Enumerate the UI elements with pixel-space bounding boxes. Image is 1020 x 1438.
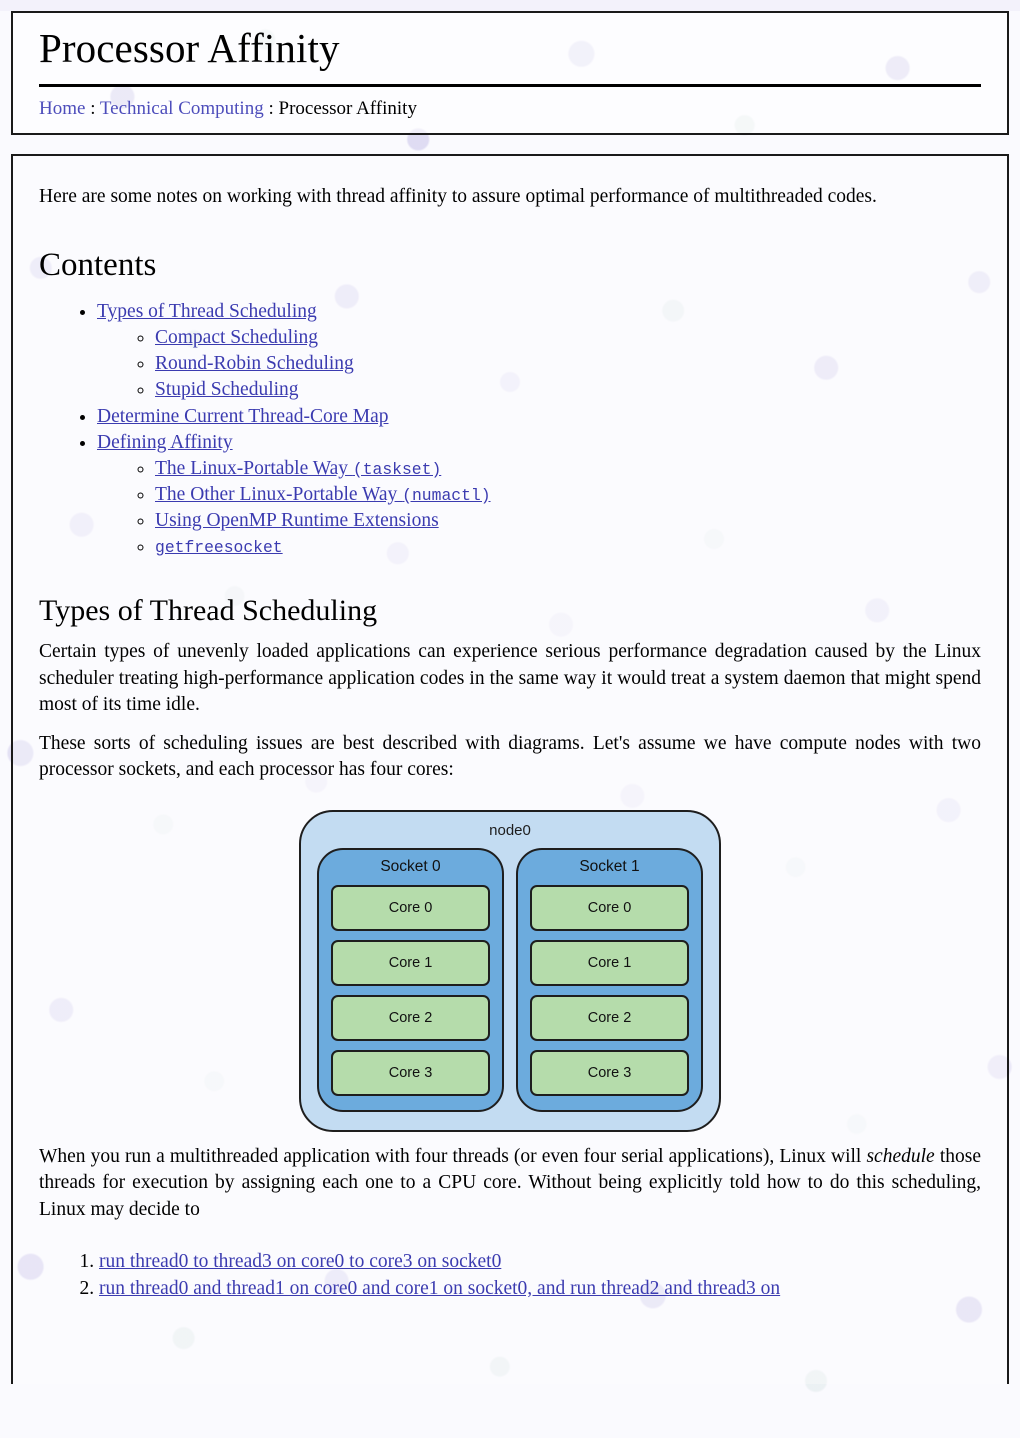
toc-link-determine-current-thread-core-map[interactable]: Determine Current Thread-Core Map [97, 406, 389, 427]
toc-subitem: Stupid Scheduling [155, 377, 981, 403]
scheduling-options-list: run thread0 to thread3 on core0 to core3… [39, 1249, 981, 1302]
scheduling-option-2[interactable]: run thread0 and thread1 on core0 and cor… [99, 1278, 780, 1299]
page-root: Processor Affinity Home : Technical Comp… [0, 11, 1020, 1385]
breadcrumb-link-technical-computing[interactable]: Technical Computing [100, 98, 264, 119]
after-diagram-paragraph: When you run a multithreaded application… [39, 1144, 981, 1224]
list-item: run thread0 to thread3 on core0 to core3… [99, 1249, 981, 1276]
breadcrumb: Home : Technical Computing : Processor A… [39, 96, 981, 122]
toc-subitem: getfreesocket [155, 534, 981, 560]
socket-1: Socket 1 Core 0 Core 1 Core 2 Core 3 [516, 847, 703, 1112]
toc-link-types-of-thread-scheduling[interactable]: Types of Thread Scheduling [97, 301, 317, 322]
breadcrumb-separator-2: : [263, 97, 279, 119]
socket-1-label: Socket 1 [579, 857, 640, 875]
toc-item: Determine Current Thread-Core Map [97, 404, 981, 430]
node-diagram: node0 Socket 0 Core 0 Core 1 Core 2 Core… [39, 809, 981, 1132]
socket-0-label: Socket 0 [380, 857, 441, 875]
after-diagram-text-1: When you run a multithreaded application… [39, 1145, 867, 1167]
socket-1-core-0: Core 0 [530, 884, 689, 931]
scheduling-paragraph-2: These sorts of scheduling issues are bes… [39, 732, 981, 781]
toc-subitem: Compact Scheduling [155, 325, 981, 351]
toc-link-stupid-scheduling[interactable]: Stupid Scheduling [155, 379, 299, 400]
main-content: Here are some notes on working with thre… [11, 154, 1009, 1385]
toc-sublist: Compact Scheduling Round-Robin Schedulin… [97, 325, 981, 403]
table-of-contents: Types of Thread Scheduling Compact Sched… [39, 299, 981, 560]
contents-heading: Contents [39, 246, 157, 283]
toc-subitem: Round-Robin Scheduling [155, 351, 981, 377]
toc-link-using-openmp-runtime-extensions[interactable]: Using OpenMP Runtime Extensions [155, 510, 439, 531]
list-item: run thread0 and thread1 on core0 and cor… [99, 1276, 981, 1303]
toc-link-defining-affinity[interactable]: Defining Affinity [97, 432, 233, 453]
page-header: Processor Affinity Home : Technical Comp… [11, 11, 1009, 136]
section-heading-types-of-thread-scheduling: Types of Thread Scheduling [39, 594, 378, 628]
toc-link-other-linux-portable-way-numactl[interactable]: The Other Linux-Portable Way (numactl) [155, 484, 491, 505]
breadcrumb-link-home[interactable]: Home [39, 98, 85, 119]
socket-0-core-1: Core 1 [331, 939, 490, 986]
socket-0: Socket 0 Core 0 Core 1 Core 2 Core 3 [317, 847, 504, 1112]
title-divider [39, 83, 981, 87]
breadcrumb-current: Processor Affinity [278, 97, 417, 119]
toc-sublist: The Linux-Portable Way (taskset) The Oth… [97, 456, 981, 561]
toc-link-code-getfreesocket: getfreesocket [155, 538, 283, 558]
after-diagram-emphasis: schedule [866, 1145, 935, 1167]
socket-1-core-3: Core 3 [530, 1049, 689, 1096]
socket-1-core-2: Core 2 [530, 994, 689, 1041]
toc-subitem: The Linux-Portable Way (taskset) [155, 456, 981, 482]
breadcrumb-separator-1: : [85, 97, 100, 119]
node-label: node0 [489, 821, 531, 839]
sockets-row: Socket 0 Core 0 Core 1 Core 2 Core 3 Soc… [317, 847, 703, 1112]
socket-0-core-0: Core 0 [331, 884, 490, 931]
toc-link-linux-portable-way-taskset[interactable]: The Linux-Portable Way (taskset) [155, 458, 441, 479]
socket-0-core-3: Core 3 [331, 1049, 490, 1096]
toc-item: Types of Thread Scheduling Compact Sched… [97, 299, 981, 404]
socket-0-core-2: Core 2 [331, 994, 490, 1041]
toc-link-code-numactl: (numactl) [402, 485, 491, 505]
toc-item: Defining Affinity The Linux-Portable Way… [97, 430, 981, 561]
toc-link-text: The Linux-Portable Way [155, 457, 353, 479]
scheduling-paragraph-1: Certain types of unevenly loaded applica… [39, 641, 981, 716]
toc-link-compact-scheduling[interactable]: Compact Scheduling [155, 327, 318, 348]
page-title: Processor Affinity [39, 25, 340, 71]
node-container: node0 Socket 0 Core 0 Core 1 Core 2 Core… [299, 809, 721, 1132]
toc-link-code-taskset: (taskset) [352, 459, 442, 479]
toc-link-getfreesocket[interactable]: getfreesocket [155, 536, 283, 557]
socket-1-core-1: Core 1 [530, 939, 689, 986]
toc-link-round-robin-scheduling[interactable]: Round-Robin Scheduling [155, 353, 354, 374]
toc-subitem: The Other Linux-Portable Way (numactl) [155, 482, 981, 508]
intro-paragraph: Here are some notes on working with thre… [39, 186, 877, 208]
scheduling-option-1[interactable]: run thread0 to thread3 on core0 to core3… [99, 1251, 501, 1272]
toc-link-text: The Other Linux-Portable Way [155, 483, 403, 505]
toc-subitem: Using OpenMP Runtime Extensions [155, 508, 981, 534]
